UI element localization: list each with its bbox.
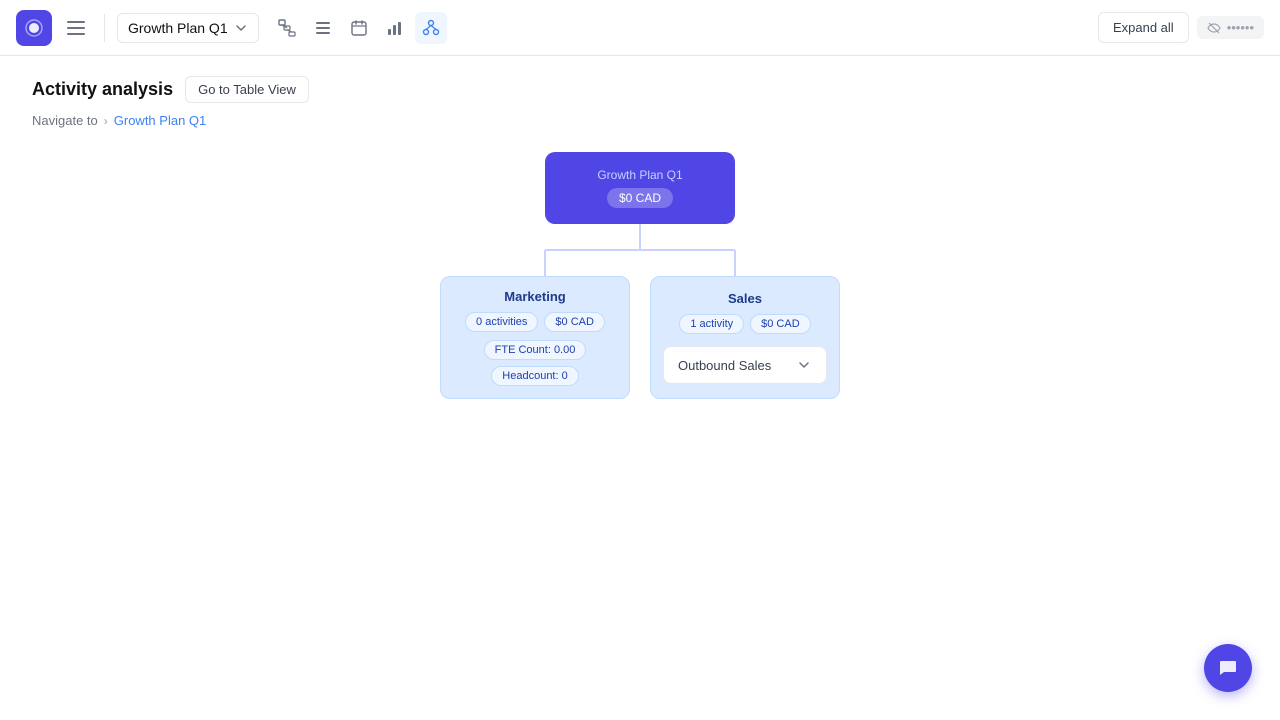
page-title: Activity analysis bbox=[32, 79, 173, 100]
outbound-sales-wrapper: Outbound Sales bbox=[663, 346, 827, 384]
page-title-row: Activity analysis Go to Table View bbox=[32, 76, 1248, 103]
chat-icon bbox=[1217, 657, 1239, 679]
marketing-meta-badges: FTE Count: 0.00 Headcount: 0 bbox=[453, 340, 617, 386]
table-view-button[interactable]: Go to Table View bbox=[185, 76, 309, 103]
marketing-label: Marketing bbox=[453, 289, 617, 304]
plan-selector-label: Growth Plan Q1 bbox=[128, 20, 228, 36]
chevron-down-icon bbox=[796, 357, 812, 373]
network-view-icon[interactable] bbox=[415, 12, 447, 44]
root-node[interactable]: Growth Plan Q1 $0 CAD bbox=[545, 152, 735, 224]
chart-view-icon[interactable] bbox=[379, 12, 411, 44]
hierarchy-view-icon[interactable] bbox=[271, 12, 303, 44]
sales-budget-badge: $0 CAD bbox=[750, 314, 811, 334]
toggle-icon[interactable] bbox=[16, 10, 52, 46]
breadcrumb: Navigate to › Growth Plan Q1 bbox=[32, 113, 1248, 128]
root-node-label: Growth Plan Q1 bbox=[597, 168, 682, 182]
marketing-budget-badge: $0 CAD bbox=[544, 312, 605, 332]
marketing-node[interactable]: Marketing 0 activities $0 CAD FTE Count:… bbox=[440, 276, 630, 399]
children-row: Marketing 0 activities $0 CAD FTE Count:… bbox=[32, 276, 1248, 399]
connector-lines bbox=[490, 224, 790, 276]
breadcrumb-plan-link[interactable]: Growth Plan Q1 bbox=[114, 113, 207, 128]
expand-all-button[interactable]: Expand all bbox=[1098, 12, 1189, 43]
topbar: Growth Plan Q1 bbox=[0, 0, 1280, 56]
calendar-view-icon[interactable] bbox=[343, 12, 375, 44]
toolbar-icons bbox=[271, 12, 447, 44]
list-view-icon[interactable] bbox=[307, 12, 339, 44]
chat-fab[interactable] bbox=[1204, 644, 1252, 692]
outbound-sales-label: Outbound Sales bbox=[678, 358, 771, 373]
topbar-divider bbox=[104, 14, 105, 42]
root-budget-badge: $0 CAD bbox=[607, 188, 673, 208]
eye-slash-icon bbox=[1207, 21, 1221, 35]
sales-node[interactable]: Sales 1 activity $0 CAD Outbound Sales bbox=[650, 276, 840, 399]
sales-badges: 1 activity $0 CAD bbox=[679, 314, 810, 334]
plan-selector[interactable]: Growth Plan Q1 bbox=[117, 13, 259, 43]
marketing-badges: 0 activities $0 CAD bbox=[453, 312, 617, 332]
menu-icon[interactable] bbox=[60, 12, 92, 44]
breadcrumb-navigate: Navigate to bbox=[32, 113, 98, 128]
marketing-activities-badge: 0 activities bbox=[465, 312, 538, 332]
chevron-down-icon bbox=[234, 21, 248, 35]
sales-label: Sales bbox=[728, 291, 762, 306]
breadcrumb-separator: › bbox=[104, 114, 108, 128]
diagram: Growth Plan Q1 $0 CAD Marketing 0 activi… bbox=[32, 152, 1248, 399]
marketing-headcount-badge: Headcount: 0 bbox=[491, 366, 578, 386]
marketing-fte-badge: FTE Count: 0.00 bbox=[484, 340, 587, 360]
user-label: •••••• bbox=[1227, 20, 1254, 35]
content-area: Activity analysis Go to Table View Navig… bbox=[0, 56, 1280, 419]
user-badge[interactable]: •••••• bbox=[1197, 16, 1264, 39]
outbound-sales-node[interactable]: Outbound Sales bbox=[663, 346, 827, 384]
sales-activities-badge: 1 activity bbox=[679, 314, 744, 334]
